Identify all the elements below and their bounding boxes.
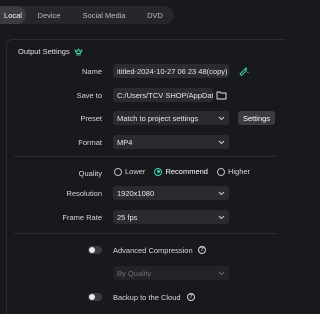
quality-recommend-label: Recommend <box>165 167 208 176</box>
help-icon[interactable]: ? <box>198 246 206 254</box>
quality-lower-label: Lower <box>125 167 146 176</box>
compression-mode-value: By Quality <box>117 268 152 278</box>
resolution-value: 1920x1080 <box>117 188 155 198</box>
quality-lower-radio[interactable]: Lower <box>114 167 145 176</box>
preset-value: Match to project settings <box>117 113 199 123</box>
divider <box>14 156 276 157</box>
crown-icon <box>74 48 83 56</box>
quality-higher-radio[interactable]: Higher <box>216 167 251 176</box>
folder-icon[interactable] <box>216 89 227 100</box>
chevron-down-icon <box>217 189 225 197</box>
tab-social-media[interactable]: Social Media <box>72 6 136 24</box>
quality-recommend-radio[interactable]: Recommend <box>154 167 208 176</box>
resolution-select[interactable]: 1920x1080 <box>113 186 229 200</box>
compression-mode-select: By Quality <box>113 266 229 280</box>
section-title: Output Settings <box>18 47 70 56</box>
name-value: ititled-2024-10-27 06 23 48(copy) <box>117 66 228 76</box>
backup-cloud-toggle[interactable] <box>88 293 102 301</box>
name-label: Name <box>81 67 102 76</box>
advanced-compression-label: Advanced Compression <box>113 246 193 255</box>
chevron-down-icon <box>217 114 225 122</box>
quality-label: Quality <box>78 169 102 178</box>
name-input[interactable]: ititled-2024-10-27 06 23 48(copy) <box>113 64 229 78</box>
frame-rate-label: Frame Rate <box>62 213 102 222</box>
chevron-down-icon <box>217 138 225 146</box>
quality-radio-group: Lower Recommend Higher <box>114 167 259 176</box>
preset-label: Preset <box>80 114 102 123</box>
divider <box>14 233 276 234</box>
radio-circle-icon <box>216 167 225 176</box>
quality-higher-label: Higher <box>227 167 251 176</box>
save-to-input[interactable]: C:/Users/TCV SHOP/AppData/ <box>113 88 213 102</box>
preset-select[interactable]: Match to project settings <box>113 111 229 125</box>
save-to-value: C:/Users/TCV SHOP/AppData/ <box>117 90 213 100</box>
export-tab-bar: Local Device Social Media DVD <box>0 6 174 24</box>
output-settings-header: Output Settings <box>18 47 83 56</box>
tab-device[interactable]: Device <box>26 6 72 24</box>
format-label: Format <box>78 138 102 147</box>
advanced-compression-toggle[interactable] <box>88 246 102 254</box>
resolution-label: Resolution <box>66 189 102 198</box>
settings-button[interactable]: Settings <box>238 111 275 125</box>
frame-rate-select[interactable]: 25 fps <box>113 210 229 224</box>
format-value: MP4 <box>117 137 133 147</box>
chevron-down-icon <box>217 269 225 277</box>
frame-rate-value: 25 fps <box>117 212 138 222</box>
tab-local[interactable]: Local <box>0 6 26 24</box>
radio-selected-icon <box>154 167 163 176</box>
save-to-label: Save to <box>76 91 102 100</box>
help-icon[interactable]: ? <box>187 293 195 301</box>
chevron-down-icon <box>217 213 225 221</box>
backup-cloud-label: Backup to the Cloud <box>113 293 181 302</box>
radio-circle-icon <box>114 167 122 176</box>
ai-rename-icon[interactable] <box>239 66 249 76</box>
format-select[interactable]: MP4 <box>113 135 229 149</box>
tab-dvd[interactable]: DVD <box>136 6 174 24</box>
